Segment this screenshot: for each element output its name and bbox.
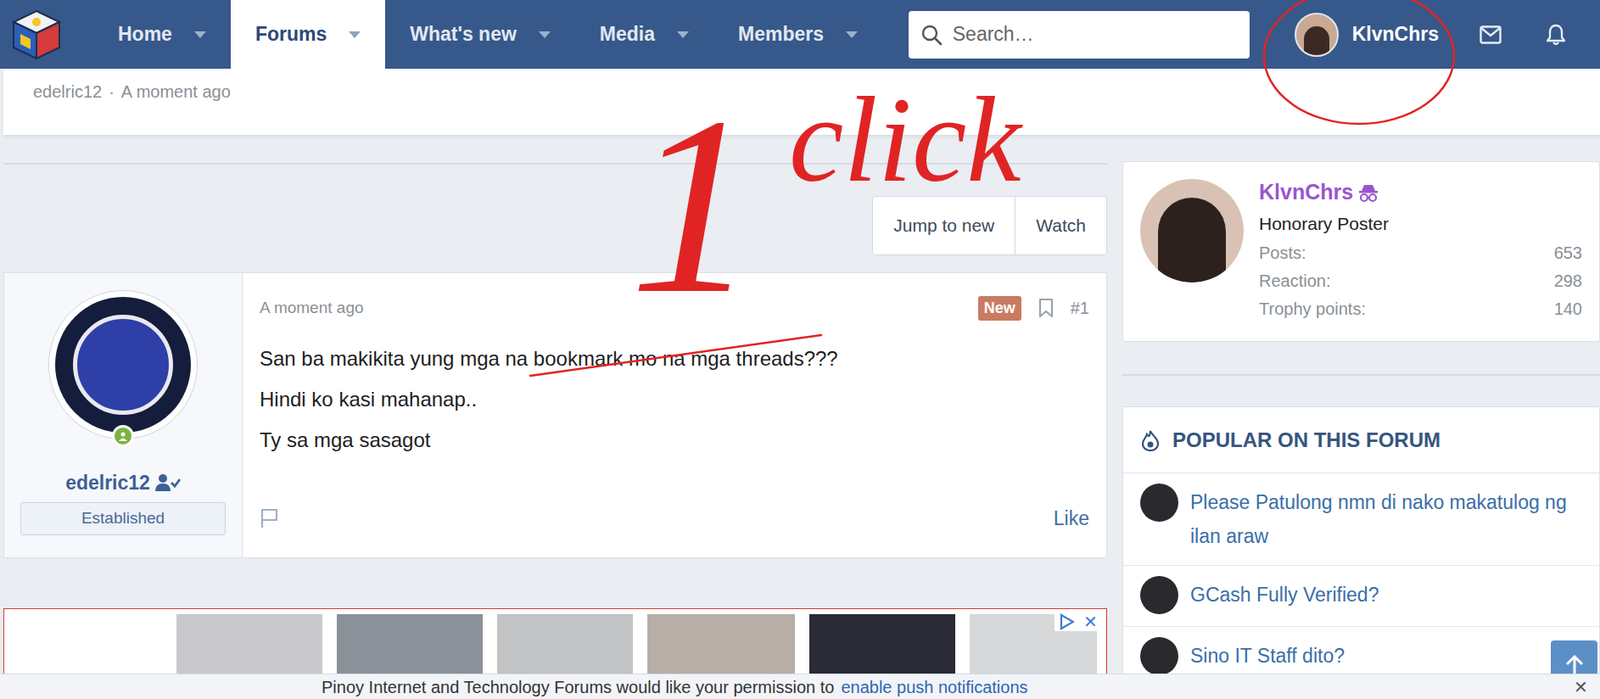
report-flag-icon[interactable] xyxy=(259,508,280,529)
separator: · xyxy=(108,78,115,135)
ad-choices-icon[interactable] xyxy=(1057,613,1075,631)
post-number[interactable]: #1 xyxy=(1070,295,1090,321)
bell-icon[interactable] xyxy=(1545,23,1567,46)
previous-post-card: edelric12 · A moment ago xyxy=(3,68,1600,136)
popular-title: POPULAR ON THIS FORUM xyxy=(1172,425,1441,456)
nav-tab[interactable]: Home xyxy=(93,0,231,69)
popular-thread-item[interactable]: GCash Fully Verified? xyxy=(1123,565,1600,627)
annotation-circle xyxy=(1258,0,1460,128)
nav-tab[interactable]: Media xyxy=(575,0,714,69)
nav-tab[interactable]: Forums xyxy=(230,0,386,69)
user-menu[interactable]: KlvnChrs xyxy=(1294,12,1439,57)
post-line: San ba makikita yung mga na bookmark mo … xyxy=(259,338,1090,380)
user-avatar[interactable] xyxy=(1294,12,1339,57)
previous-post-author[interactable]: edelric12 xyxy=(33,78,102,135)
chevron-down-icon[interactable] xyxy=(676,31,689,39)
chevron-down-icon[interactable] xyxy=(348,31,361,39)
thread-author-avatar[interactable] xyxy=(1140,576,1179,615)
ad-close-button[interactable]: ✕ xyxy=(1083,612,1098,632)
user-card: KlvnChrs Honorary Poster Posts:653Reacti… xyxy=(1122,161,1600,342)
bookmark-icon[interactable] xyxy=(1038,297,1054,319)
post-line: Hindi ko kasi mahanap.. xyxy=(259,379,1090,420)
previous-post-time[interactable]: A moment ago xyxy=(121,78,231,135)
nav-tab-label[interactable]: What's new xyxy=(409,19,517,50)
user-stat-label: Posts: xyxy=(1258,240,1307,266)
nav-tab[interactable]: What's new xyxy=(385,0,576,69)
popular-thread-link[interactable]: GCash Fully Verified? xyxy=(1190,577,1583,612)
chevron-down-icon[interactable] xyxy=(194,31,207,39)
nav-tab-label[interactable]: Members xyxy=(738,19,824,50)
popular-thread-item[interactable]: Please Patulong nmn di nako makatulog ng… xyxy=(1123,473,1600,566)
chevron-down-icon[interactable] xyxy=(538,31,551,39)
annotation-stroke xyxy=(525,330,828,382)
user-card-title: Honorary Poster xyxy=(1258,211,1583,237)
annotation-number: 1 xyxy=(629,78,757,333)
divider xyxy=(3,162,1108,165)
user-stat-value: 298 xyxy=(1554,268,1583,294)
thread-author-avatar[interactable] xyxy=(1140,637,1179,676)
arrow-up-icon[interactable] xyxy=(1565,654,1584,677)
user-stat-row: Reaction: 298 xyxy=(1258,266,1583,295)
sidebar: KlvnChrs Honorary Poster Posts:653Reacti… xyxy=(1122,161,1600,699)
thread-button[interactable]: Watch xyxy=(1014,196,1107,255)
chevron-down-icon[interactable] xyxy=(845,31,858,39)
popular-thread-link[interactable]: Sino IT Staff dito? xyxy=(1190,638,1583,673)
poster-name[interactable]: edelric12 xyxy=(65,469,151,496)
nav-tab-label[interactable]: Media xyxy=(599,19,655,50)
thread-button[interactable]: Jump to new xyxy=(872,196,1015,255)
notification-text: Pinoy Internet and Technology Forums wou… xyxy=(321,675,834,699)
post-card: edelric12 Established A moment ago New #… xyxy=(3,272,1108,559)
top-nav: Home Forums What's new Media Members KlvnChr… xyxy=(0,0,1600,69)
fire-icon xyxy=(1140,429,1161,452)
user-check-icon xyxy=(155,473,181,493)
user-card-avatar[interactable] xyxy=(1140,179,1244,283)
thread-button-group: Jump to newWatch xyxy=(872,195,1108,256)
search-field[interactable] xyxy=(908,11,1250,59)
thread-column: Jump to newWatch edelric12 xyxy=(3,161,1108,699)
nav-tab-label[interactable]: Forums xyxy=(255,19,327,50)
main-nav: Home Forums What's new Media Members xyxy=(93,0,883,69)
site-logo[interactable] xyxy=(0,8,94,62)
thread-author-avatar[interactable] xyxy=(1140,483,1179,522)
post-line: Ty sa mga sasagot xyxy=(259,419,1090,461)
post-body: San ba makikita yung mga na bookmark mo … xyxy=(259,338,1090,461)
divider xyxy=(1122,374,1600,376)
search-input[interactable] xyxy=(952,19,1238,50)
post-time[interactable]: A moment ago xyxy=(259,296,364,321)
new-badge: New xyxy=(978,296,1022,321)
online-status-dot xyxy=(111,425,135,448)
popular-widget: POPULAR ON THIS FORUM Please Patulong nm… xyxy=(1122,406,1600,689)
search-icon[interactable] xyxy=(920,23,943,46)
user-card-name[interactable]: KlvnChrs xyxy=(1258,176,1354,209)
enable-notifications-link[interactable]: enable push notifications xyxy=(840,675,1028,699)
user-stat-row: Posts: 653 xyxy=(1258,238,1583,267)
user-stat-value: 653 xyxy=(1554,240,1583,266)
user-stat-label: Reaction: xyxy=(1258,268,1332,294)
post-user-panel: edelric12 Established xyxy=(4,273,243,558)
nav-tab[interactable]: Members xyxy=(713,0,883,69)
popular-thread-link[interactable]: Please Patulong nmn di nako makatulog ng… xyxy=(1190,485,1583,554)
mail-icon[interactable] xyxy=(1479,25,1502,45)
annotation-word: click xyxy=(788,78,1022,202)
incognito-icon xyxy=(1358,182,1379,203)
user-stat-row: Trophy points: 140 xyxy=(1258,294,1583,323)
nav-tab-label[interactable]: Home xyxy=(117,19,173,50)
user-name[interactable]: KlvnChrs xyxy=(1352,19,1439,50)
notification-close-button[interactable]: ✕ xyxy=(1573,675,1589,699)
post-message: A moment ago New #1 San ba makikita yung… xyxy=(242,273,1107,558)
notification-prompt: Pinoy Internet and Technology Forums wou… xyxy=(0,673,1600,699)
user-stat-value: 140 xyxy=(1554,296,1583,322)
poster-avatar[interactable] xyxy=(48,290,198,440)
user-stat-label: Trophy points: xyxy=(1258,296,1366,322)
user-rank-badge: Established xyxy=(20,502,226,536)
like-button[interactable]: Like xyxy=(1053,503,1090,534)
